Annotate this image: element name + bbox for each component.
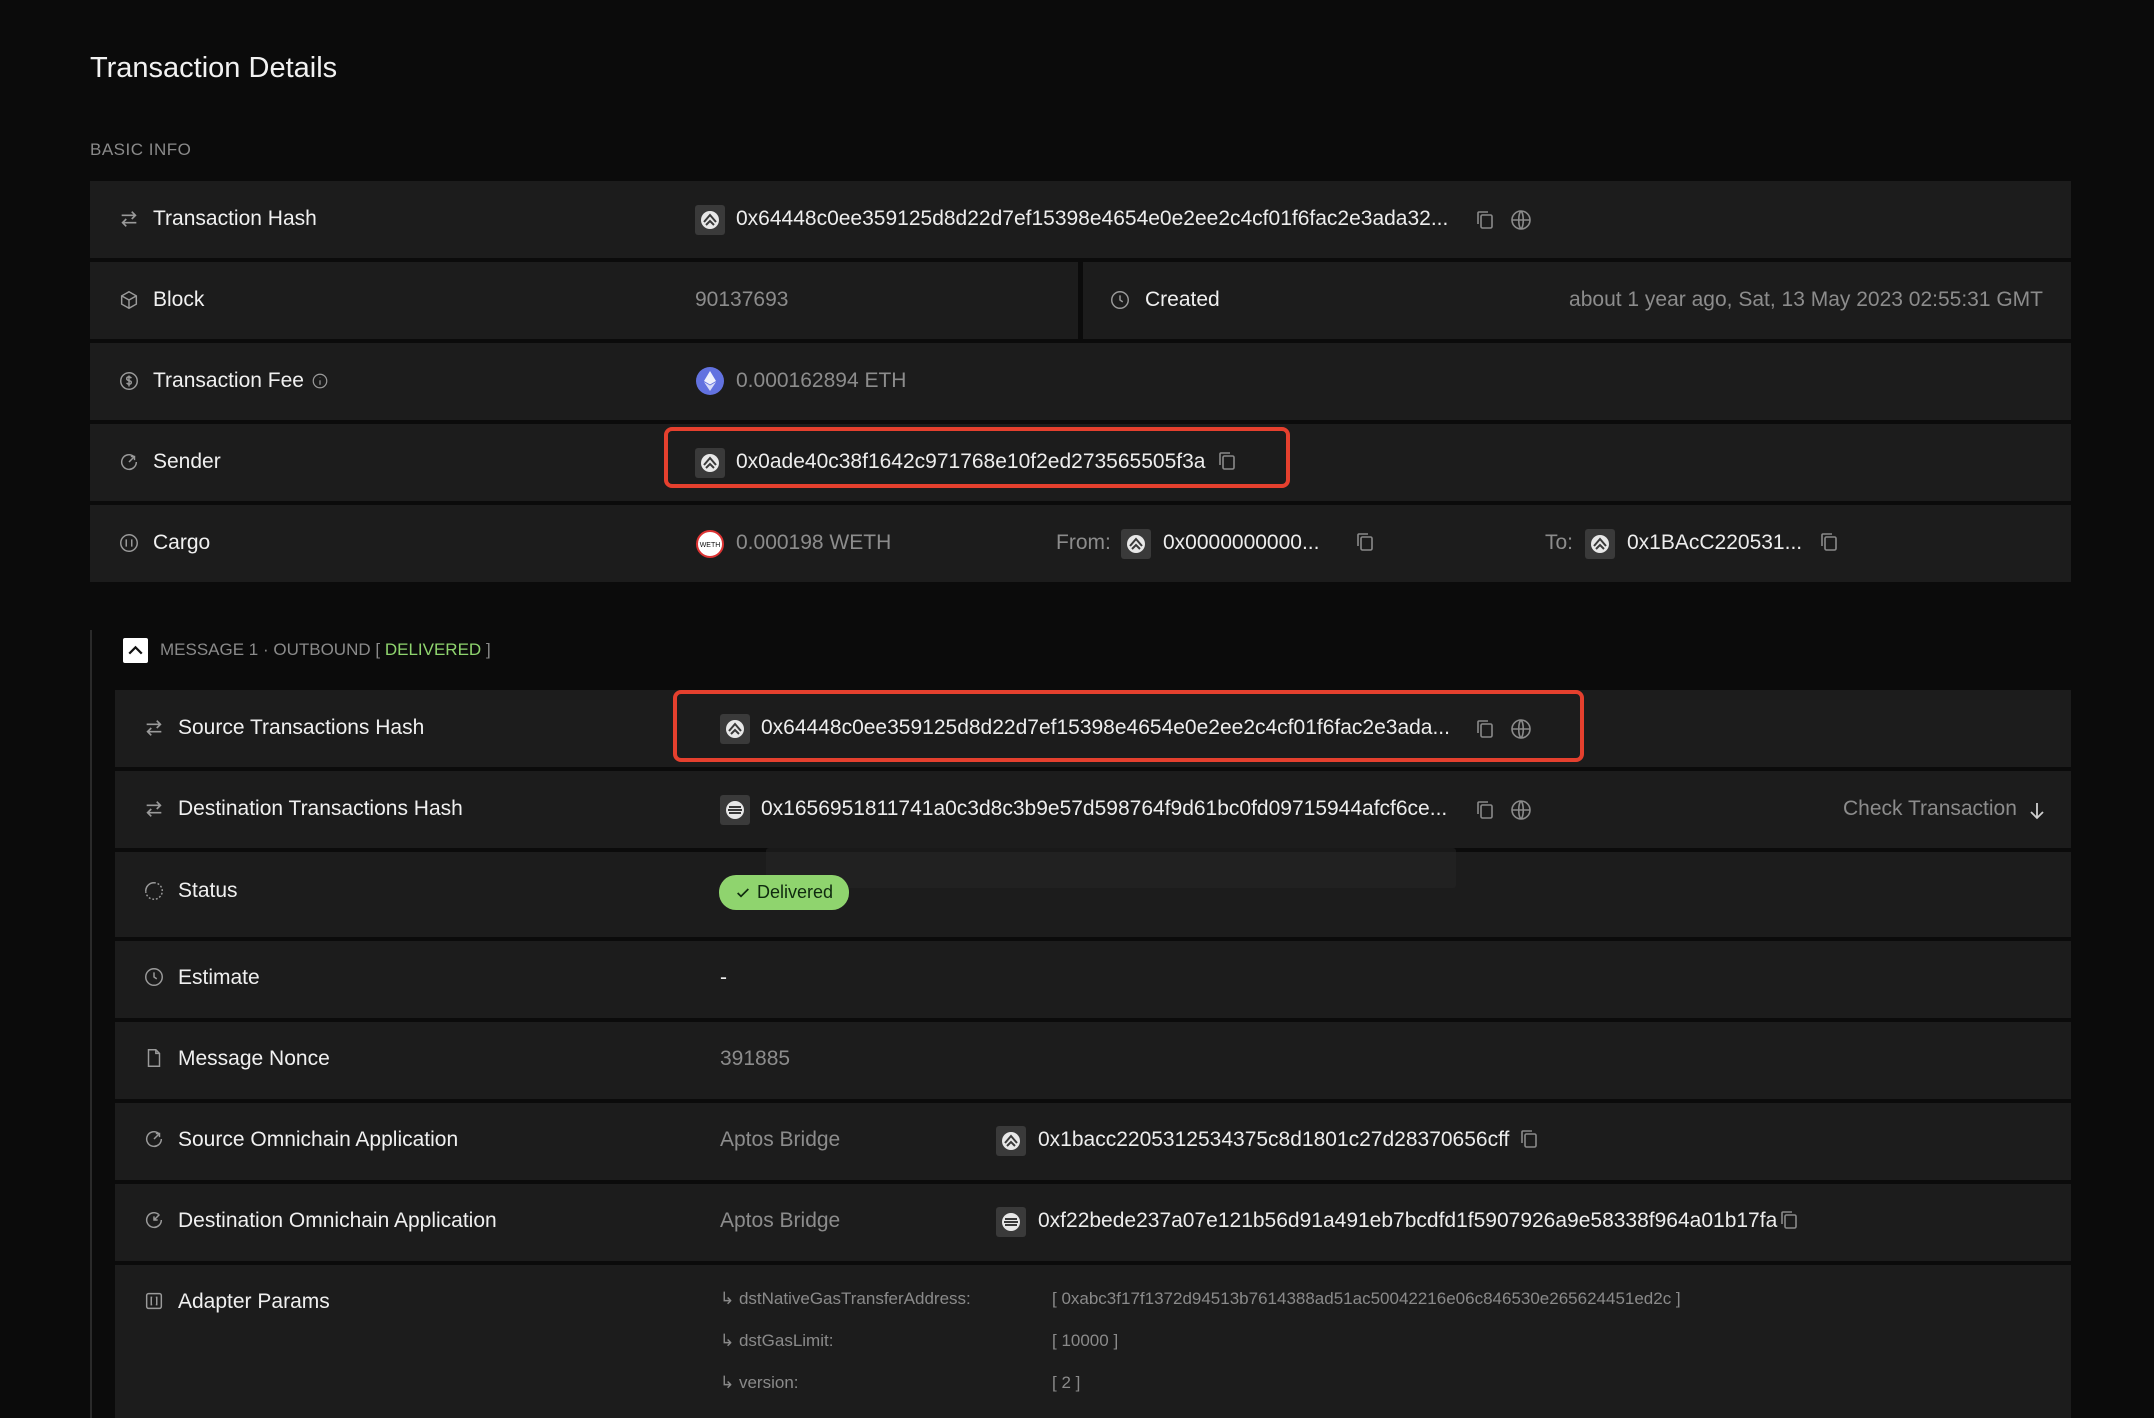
receiver-icon [143,1209,165,1231]
destination-transactions-hash-label: Destination Transactions Hash [178,797,463,820]
aptos-chain-icon [996,1126,1026,1156]
status-badge-text: Delivered [756,882,834,902]
adapter-param-key-text: dstGasLimit: [738,1331,834,1350]
clock-icon [143,966,165,988]
cargo-to-label: To: [1545,531,1574,554]
destination-chain-icon [720,795,750,825]
adapter-param-value: [ 0xabc3f17f1372d94513b7614388ad51ac5004… [1052,1289,1681,1308]
sender-label: Sender [153,450,221,473]
row-message-nonce [115,1022,2071,1099]
source-omnichain-app-name: Aptos Bridge [720,1128,841,1151]
swap-arrows-icon [143,798,165,820]
message-nonce-label: Message Nonce [178,1047,330,1070]
collapse-toggle-icon[interactable] [123,638,148,663]
loading-circle-icon [143,880,165,902]
svg-text:WETH: WETH [700,542,721,549]
copy-icon[interactable] [1777,1208,1801,1232]
message-nonce-value: 391885 [720,1047,791,1070]
arrow-down-icon[interactable] [2025,799,2049,823]
destination-chain-icon [996,1207,1026,1237]
row-estimate [115,941,2071,1018]
adapter-param-value: [ 2 ] [1052,1373,1081,1392]
dollar-circle-icon [118,370,140,392]
swap-arrows-icon [143,717,165,739]
highlight-box-sender [664,427,1290,488]
row-block [90,262,1078,339]
aptos-chain-icon [1585,529,1615,559]
destination-omnichain-app-address[interactable]: 0xf22bede237a07e121b56d91a491eb7bcdfd1f5… [1038,1209,1777,1233]
adapter-param-value: [ 10000 ] [1052,1331,1119,1350]
tooltip-ghost [766,848,1456,888]
row-transaction-fee [90,343,2071,420]
transaction-fee-label: Transaction Fee [153,369,304,392]
cargo-label: Cargo [153,531,211,554]
weth-token-icon: WETH [695,529,725,559]
status-badge: Delivered [719,875,849,910]
cargo-icon [118,532,140,554]
copy-icon[interactable] [1473,208,1497,232]
adapter-param-key: ↳ dstGasLimit: [720,1331,834,1350]
block-label: Block [153,288,205,311]
transaction-hash-value[interactable]: 0x64448c0ee359125d8d22d7ef15398e4654e0e2… [736,207,1448,231]
cargo-value: 0.000198 WETH [736,531,892,554]
transaction-fee-value: 0.000162894 ETH [736,369,907,392]
adapter-param-key-text: dstNativeGasTransferAddress: [738,1289,971,1308]
check-icon [737,887,749,898]
brackets-icon [143,1290,165,1312]
cargo-from-label: From: [1056,531,1111,554]
created-label: Created [1145,288,1220,311]
block-value[interactable]: 90137693 [695,288,788,312]
clock-icon [1109,289,1131,311]
source-omnichain-app-address[interactable]: 0x1bacc2205312534375c8d1801c27d28370656c… [1038,1128,1509,1152]
document-icon [143,1047,165,1069]
transaction-hash-label: Transaction Hash [153,207,317,230]
cargo-from-value[interactable]: 0x0000000000... [1163,531,1319,555]
adapter-params-label: Adapter Params [178,1290,330,1313]
swap-arrows-icon [118,208,140,230]
cube-icon [118,289,140,311]
copy-icon[interactable] [1353,530,1377,554]
adapter-param-key: ↳ dstNativeGasTransferAddress: [720,1289,971,1308]
check-transaction-link[interactable]: Check Transaction [1843,797,2017,821]
message-divider-line [90,630,92,1418]
globe-explorer-icon[interactable] [1509,208,1533,232]
cargo-to-value[interactable]: 0x1BAcC220531... [1627,531,1802,555]
message-header-suffix: ] [485,640,491,659]
destination-omnichain-app-label: Destination Omnichain Application [178,1209,497,1232]
status-label: Status [178,879,238,902]
copy-icon[interactable] [1517,1127,1541,1151]
copy-icon[interactable] [1817,530,1841,554]
message-header-prefix: MESSAGE 1 · OUTBOUND [ [160,640,381,659]
source-omnichain-app-label: Source Omnichain Application [178,1128,459,1151]
estimate-label: Estimate [178,966,260,989]
info-icon[interactable] [311,372,329,390]
adapter-param-key: ↳ version: [720,1373,799,1392]
message-header-status: DELIVERED [384,640,482,659]
globe-explorer-icon[interactable] [1509,798,1533,822]
sender-icon [143,1128,165,1150]
copy-icon[interactable] [1473,798,1497,822]
destination-omnichain-app-name: Aptos Bridge [720,1209,841,1232]
adapter-param-key-text: version: [738,1373,799,1392]
created-value: about 1 year ago, Sat, 13 May 2023 02:55… [1569,288,2043,311]
section-label-basic-info: BASIC INFO [90,140,192,159]
sender-icon [118,451,140,473]
message-header: MESSAGE 1 · OUTBOUND [ DELIVERED ] [160,640,491,660]
highlight-box-source-hash [673,690,1584,762]
source-transactions-hash-label: Source Transactions Hash [178,716,425,739]
aptos-chain-icon [695,205,725,235]
aptos-chain-icon [1121,529,1151,559]
estimate-value: - [720,966,727,989]
ethereum-token-icon [695,366,725,396]
destination-transactions-hash-value[interactable]: 0x1656951811741a0c3d8c3b9e57d598764f9d61… [761,797,1447,821]
page-title: Transaction Details [90,52,338,84]
